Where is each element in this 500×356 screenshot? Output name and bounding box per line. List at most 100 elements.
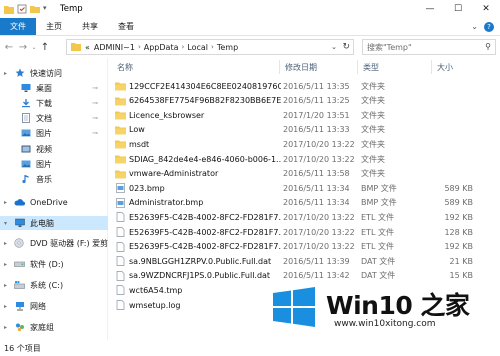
breadcrumb-overflow[interactable]: « — [85, 43, 90, 52]
file-row[interactable]: E52639F5-C42B-4002-8FC2-FD281F7... 2017/1… — [109, 240, 500, 254]
breadcrumb-separator[interactable]: › — [181, 43, 184, 51]
sidebar-item-label: 音乐 — [36, 174, 52, 184]
breadcrumb-temp[interactable]: Temp — [217, 43, 238, 52]
up-arrow-icon[interactable]: ↑ — [38, 42, 52, 53]
file-row[interactable]: SDIAG_842de4e4-e846-4060-b006-1... 2017/1… — [109, 152, 500, 166]
sidebar-item-label: 桌面 — [36, 83, 52, 93]
column-size-header[interactable]: 大小 — [437, 62, 453, 73]
file-date: 2017/10/20 13:22 — [283, 139, 355, 149]
search-icon[interactable]: ⚲ — [485, 42, 491, 51]
address-bar[interactable]: « ADMINI~1 › AppData › Local › Temp ⌄ ↻ — [66, 39, 354, 55]
breadcrumb-local[interactable]: Local — [187, 43, 208, 52]
file-row[interactable]: Licence_ksbrowser 2017/1/20 13:51 文件夹 — [109, 108, 500, 122]
file-type: DAT 文件 — [361, 256, 396, 266]
help-icon[interactable]: ? — [484, 21, 494, 32]
breadcrumb-separator[interactable]: › — [211, 43, 214, 51]
file-row[interactable]: msdt 2017/10/20 13:22 文件夹 — [109, 137, 500, 151]
file-name: 023.bmp — [129, 183, 165, 193]
expand-arrow-icon[interactable]: ▸ — [4, 199, 7, 206]
expand-arrow-icon[interactable]: ▸ — [4, 303, 7, 310]
system-drive-icon — [14, 280, 25, 290]
sidebar-item-music[interactable]: 音乐 — [0, 172, 108, 186]
search-input[interactable]: 搜索"Temp" ⚲ — [362, 39, 496, 55]
file-name: Administrator.bmp — [129, 198, 204, 208]
pin-icon[interactable]: ⊸ — [92, 114, 98, 122]
sidebar-item-this-pc[interactable]: ▾ 此电脑 — [0, 216, 108, 230]
file-type: ETL 文件 — [361, 212, 394, 222]
sidebar-item-homegroup[interactable]: ▸ 家庭组 — [0, 320, 108, 334]
tab-home[interactable]: 主页 — [36, 18, 72, 35]
back-arrow-icon[interactable]: ← — [2, 42, 16, 53]
file-row[interactable]: 023.bmp 2016/5/11 13:34 BMP 文件 589 KB — [109, 181, 500, 195]
file-row[interactable]: E52639F5-C42B-4002-8FC2-FD281F7... 2017/1… — [109, 225, 500, 239]
expand-arrow-icon[interactable]: ▸ — [4, 324, 7, 331]
sidebar-item-drive-d[interactable]: ▸ 软件 (D:) — [0, 257, 108, 271]
sidebar-item-network[interactable]: ▸ 网络 — [0, 299, 108, 313]
pin-icon[interactable]: ⊸ — [92, 129, 98, 137]
pin-icon[interactable]: ⊸ — [92, 99, 98, 107]
refresh-icon[interactable]: ↻ — [342, 42, 350, 52]
expand-arrow-icon[interactable]: ▸ — [4, 282, 7, 289]
file-type: 文件夹 — [361, 81, 385, 91]
file-size: 128 KB — [444, 227, 473, 237]
folder-icon — [115, 81, 126, 91]
sidebar-item-quick-access[interactable]: ▸ 快速访问 — [0, 66, 108, 80]
minimize-button[interactable]: — — [416, 0, 444, 18]
column-divider[interactable] — [279, 60, 280, 74]
pin-icon[interactable]: ⊸ — [92, 84, 98, 92]
chevron-down-icon[interactable]: ⌄ — [331, 43, 337, 51]
sidebar-item-onedrive[interactable]: ▸ OneDrive — [0, 195, 108, 209]
collapse-arrow-icon[interactable]: ▾ — [4, 220, 7, 227]
breadcrumb-appdata[interactable]: AppData — [144, 43, 179, 52]
file-row[interactable]: Low 2016/5/11 13:33 文件夹 — [109, 123, 500, 137]
close-button[interactable]: ✕ — [472, 0, 500, 18]
breadcrumb-separator[interactable]: › — [138, 43, 141, 51]
file-icon — [115, 212, 126, 223]
column-date-header[interactable]: 修改日期 — [285, 62, 317, 73]
file-name: 129CCF2E414304E6C8EE024081976CD... — [129, 81, 281, 91]
expand-arrow-icon[interactable]: ▸ — [4, 70, 7, 77]
file-icon — [115, 300, 126, 310]
sidebar-item-videos[interactable]: 视频 — [0, 142, 108, 156]
sidebar-item-pictures[interactable]: 图片 ⊸ — [0, 126, 108, 140]
customize-toolbar-icon[interactable]: ▾ — [43, 4, 51, 14]
sidebar-item-pictures-2[interactable]: 图片 — [0, 157, 108, 171]
column-divider[interactable] — [431, 60, 432, 74]
file-row[interactable]: 129CCF2E414304E6C8EE024081976CD... 2016/5… — [109, 79, 500, 93]
expand-ribbon-icon[interactable]: ⌄ — [471, 22, 478, 31]
file-type: BMP 文件 — [361, 198, 397, 208]
file-type: ETL 文件 — [361, 242, 394, 252]
file-row[interactable]: E52639F5-C42B-4002-8FC2-FD281F7... 2017/1… — [109, 210, 500, 224]
document-icon — [20, 113, 31, 123]
sidebar-item-label: 软件 (D:) — [30, 259, 64, 269]
sidebar-item-desktop[interactable]: 桌面 ⊸ — [0, 81, 108, 95]
tab-share[interactable]: 共享 — [72, 18, 108, 35]
file-row[interactable]: Administrator.bmp 2016/5/11 13:34 BMP 文件 58… — [109, 196, 500, 210]
file-type: DAT 文件 — [361, 271, 396, 281]
column-divider[interactable] — [357, 60, 358, 74]
file-row[interactable]: vmware-Administrator 2016/5/11 13:58 文件夹 — [109, 167, 500, 181]
tab-file[interactable]: 文件 — [0, 18, 36, 35]
column-name-header[interactable]: 名称 — [117, 62, 133, 73]
sidebar-item-dvd-drive[interactable]: ▸ DVD 驱动器 (F:) 爱剪 — [0, 236, 108, 250]
file-type: BMP 文件 — [361, 183, 397, 193]
properties-icon[interactable] — [17, 4, 27, 14]
expand-arrow-icon[interactable]: ▸ — [4, 240, 7, 247]
file-size: 192 KB — [444, 212, 473, 222]
file-type: ETL 文件 — [361, 227, 394, 237]
image-file-icon — [115, 183, 126, 194]
file-name: Low — [129, 125, 145, 135]
file-row[interactable]: 6264538FE7754F96B82F8230BB6E7EE... 2016/5… — [109, 94, 500, 108]
breadcrumb-admini[interactable]: ADMINI~1 — [94, 43, 135, 52]
sidebar-item-downloads[interactable]: 下载 ⊸ — [0, 96, 108, 110]
forward-arrow-icon[interactable]: → — [16, 42, 30, 53]
tab-view[interactable]: 查看 — [108, 18, 144, 35]
maximize-button[interactable]: ☐ — [444, 0, 472, 18]
column-type-header[interactable]: 类型 — [363, 62, 379, 73]
recent-locations-icon[interactable]: ⌄ — [30, 44, 38, 51]
sidebar-item-drive-c[interactable]: ▸ 系统 (C:) — [0, 278, 108, 292]
new-folder-icon[interactable] — [30, 4, 40, 14]
sidebar-item-documents[interactable]: 文档 ⊸ — [0, 111, 108, 125]
expand-arrow-icon[interactable]: ▸ — [4, 261, 7, 268]
file-row[interactable]: sa.9NBLGGH1ZRPV.0.Public.Full.dat 2016/5/… — [109, 254, 500, 268]
